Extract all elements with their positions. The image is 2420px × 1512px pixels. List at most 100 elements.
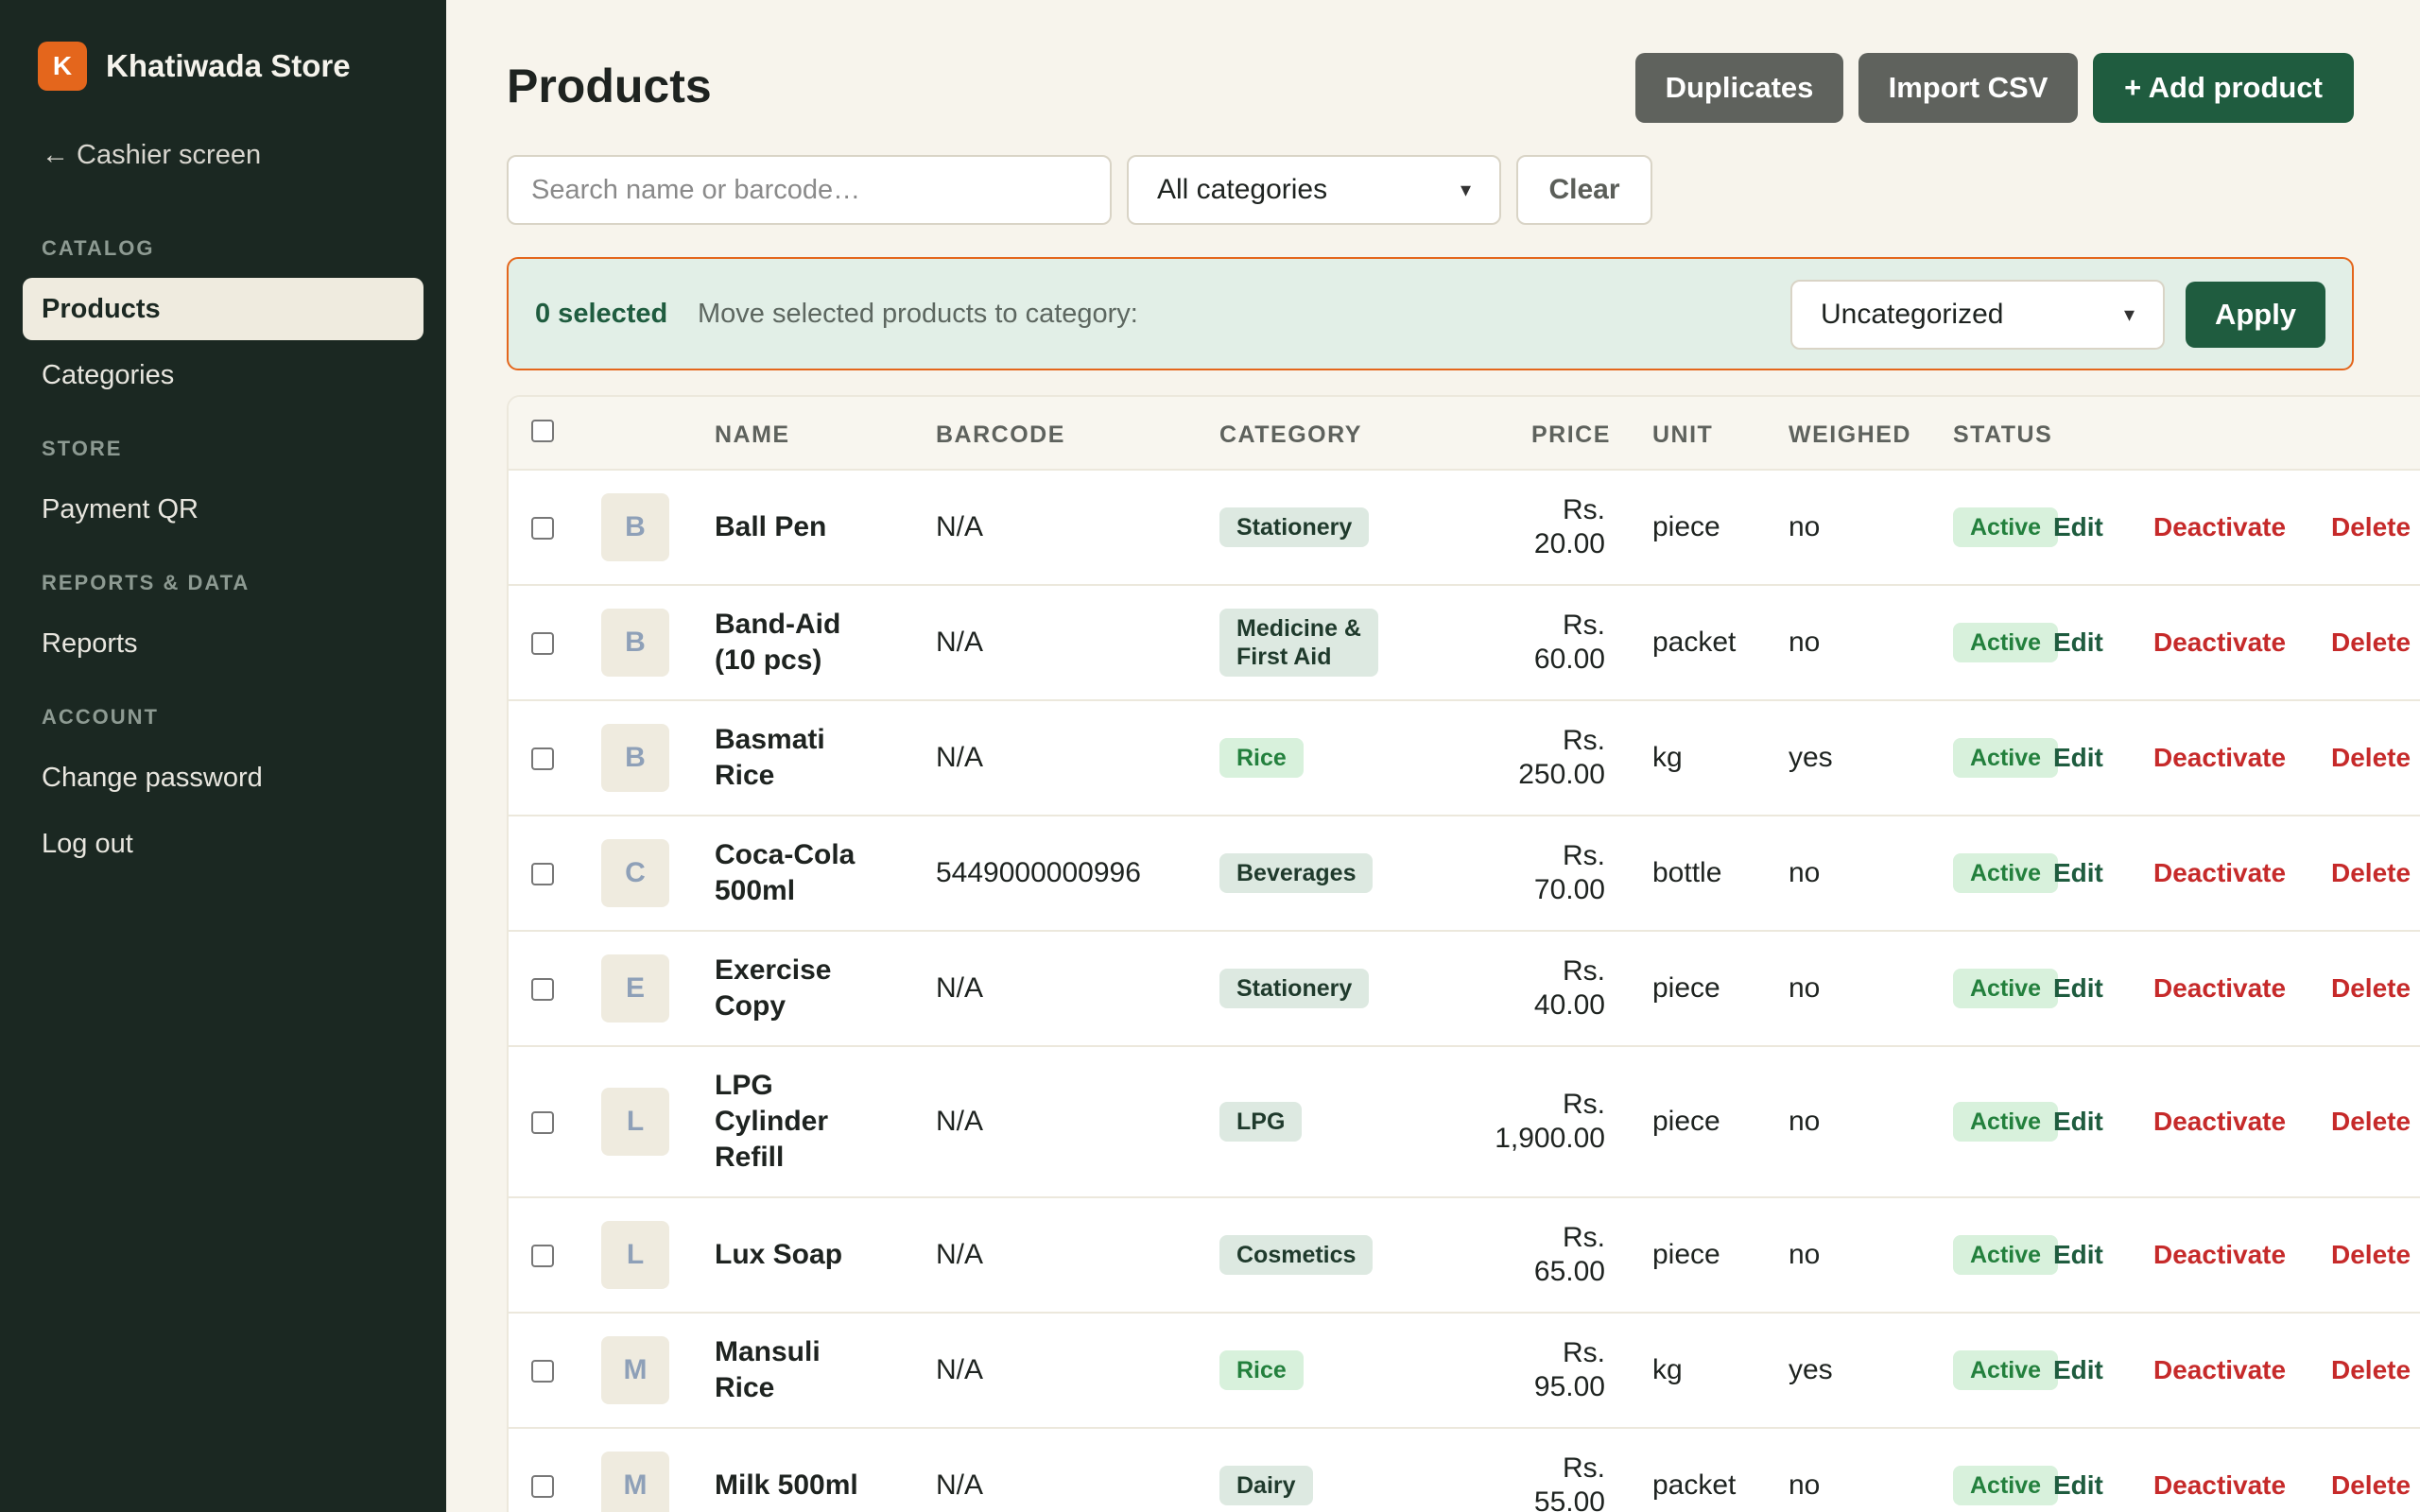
sidebar-item-payment-qr[interactable]: Payment QR [23,478,424,541]
edit-link[interactable]: Edit [2053,512,2103,542]
product-price: Rs. 40.00 [1492,954,1605,1022]
product-status: Active [1953,623,2059,662]
deactivate-link[interactable]: Deactivate [2153,858,2286,888]
delete-link[interactable]: Delete [2331,1240,2411,1270]
edit-link[interactable]: Edit [2053,1355,2103,1385]
deactivate-link[interactable]: Deactivate [2153,973,2286,1004]
product-name-line: Basmati [715,724,825,755]
row-checkbox[interactable] [531,1245,554,1267]
import-csv-button[interactable]: Import CSV [1858,53,2078,123]
select-all-checkbox[interactable] [531,420,554,442]
deactivate-link[interactable]: Deactivate [2153,1470,2286,1501]
add-product-button[interactable]: + Add product [2093,53,2354,123]
product-category: Medicine & First Aid [1219,609,1378,677]
delete-link[interactable]: Delete [2331,1470,2411,1501]
col-name: NAME [715,421,790,448]
price-line: 250.00 [1518,759,1605,790]
edit-link[interactable]: Edit [2053,1107,2103,1137]
product-unit: packet [1652,627,1737,658]
sidebar-item-reports[interactable]: Reports [23,612,424,675]
product-avatar: M [601,1452,669,1512]
table-row: B Band-Aid (10 pcs) N/A Medicine & First Aid R… [509,586,2420,701]
price-line: 95.00 [1533,1371,1605,1402]
product-name-line: Cylinder [715,1106,829,1137]
product-weighed: no [1789,1239,1821,1270]
product-weighed: no [1789,511,1821,542]
nav-section-reports: REPORTS & DATA [42,571,251,594]
delete-link[interactable]: Delete [2331,973,2411,1004]
category-badge: Cosmetics [1219,1235,1374,1275]
deactivate-link[interactable]: Deactivate [2153,1355,2286,1385]
row-checkbox[interactable] [531,863,554,885]
product-name: Band-Aid (10 pcs) [715,607,885,679]
main-content: Products Duplicates Import CSV + Add pro… [446,0,2420,1512]
status-badge: Active [1953,1102,2059,1142]
product-price: Rs. 60.00 [1492,609,1605,677]
sidebar-item-products[interactable]: Products [23,278,424,340]
product-category: Rice [1219,1350,1304,1390]
delete-link[interactable]: Delete [2331,1355,2411,1385]
clear-button[interactable]: Clear [1516,155,1652,225]
row-checkbox[interactable] [531,1360,554,1383]
product-name-line: 500ml [715,875,796,906]
deactivate-link[interactable]: Deactivate [2153,627,2286,658]
category-filter-select[interactable]: All categories ▾ [1127,155,1501,225]
table-row: B Ball Pen N/A Stationery Rs. 20.00 piece no Act… [509,471,2420,586]
edit-link[interactable]: Edit [2053,743,2103,773]
product-weighed: yes [1789,1354,1833,1385]
product-weighed: no [1789,627,1821,658]
table-row: L Lux Soap N/A Cosmetics Rs. 65.00 piece no Acti… [509,1198,2420,1314]
product-unit: piece [1652,1106,1720,1137]
price-line: 55.00 [1533,1486,1605,1512]
delete-link[interactable]: Delete [2331,1107,2411,1137]
brand[interactable]: K Khatiwada Store [38,42,351,91]
cashier-screen-link[interactable]: ← Cashier screen [42,140,261,171]
row-checkbox[interactable] [531,978,554,1001]
product-name: Exercise Copy [715,953,885,1024]
delete-link[interactable]: Delete [2331,743,2411,773]
edit-link[interactable]: Edit [2053,1470,2103,1501]
table-row: B Basmati Rice N/A Rice Rs. 250.00 kg yes Active E… [509,701,2420,816]
apply-button[interactable]: Apply [2186,282,2325,348]
edit-link[interactable]: Edit [2053,973,2103,1004]
price-line: Rs. [1563,610,1605,641]
product-price: Rs. 1,900.00 [1492,1088,1605,1156]
product-barcode: N/A [936,511,984,542]
product-barcode: N/A [936,627,984,658]
sidebar-item-change-password[interactable]: Change password [23,747,424,809]
search-input[interactable] [507,155,1112,225]
product-weighed: no [1789,972,1821,1004]
row-checkbox[interactable] [531,747,554,770]
col-category: CATEGORY [1219,421,1362,448]
product-avatar: L [601,1221,669,1289]
row-checkbox[interactable] [531,517,554,540]
price-line: Rs. [1563,1089,1605,1120]
sidebar-item-log-out[interactable]: Log out [23,813,424,875]
product-unit: piece [1652,511,1720,542]
product-weighed: no [1789,1469,1821,1501]
product-name-line: Milk 500ml [715,1469,858,1501]
row-checkbox[interactable] [531,1111,554,1134]
delete-link[interactable]: Delete [2331,858,2411,888]
brand-name: Khatiwada Store [106,48,351,83]
deactivate-link[interactable]: Deactivate [2153,1107,2286,1137]
edit-link[interactable]: Edit [2053,627,2103,658]
product-name-line: Rice [715,1372,775,1403]
price-line: 20.00 [1533,528,1605,559]
deactivate-link[interactable]: Deactivate [2153,743,2286,773]
deactivate-link[interactable]: Deactivate [2153,1240,2286,1270]
sidebar-item-categories[interactable]: Categories [23,344,424,406]
edit-link[interactable]: Edit [2053,858,2103,888]
delete-link[interactable]: Delete [2331,627,2411,658]
product-price-cell: Rs. 40.00 [1454,932,1605,1045]
row-checkbox[interactable] [531,632,554,655]
edit-link[interactable]: Edit [2053,1240,2103,1270]
delete-link[interactable]: Delete [2331,512,2411,542]
bulk-category-select[interactable]: Uncategorized ▾ [1790,280,2165,350]
deactivate-link[interactable]: Deactivate [2153,512,2286,542]
row-checkbox[interactable] [531,1475,554,1498]
product-avatar: M [601,1336,669,1404]
duplicates-button[interactable]: Duplicates [1635,53,1843,123]
product-status: Active [1953,1102,2059,1142]
category-badge: Stationery [1219,507,1370,547]
